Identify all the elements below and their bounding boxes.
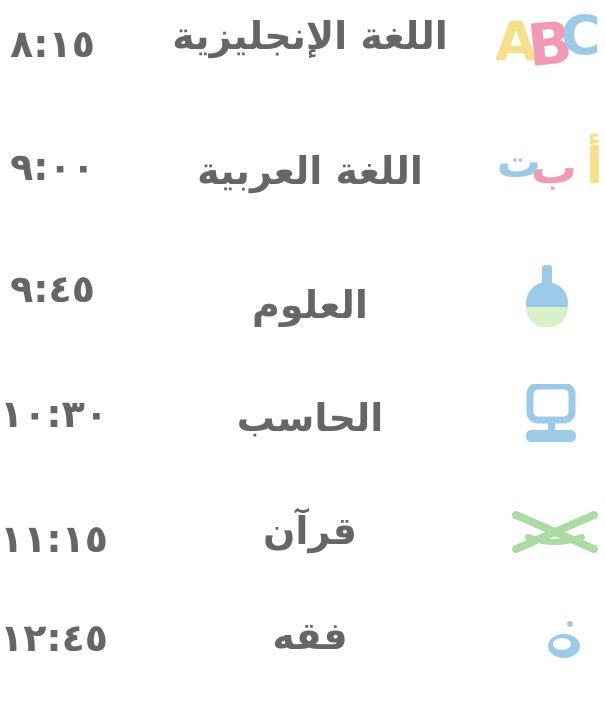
subject-label: العلوم bbox=[252, 283, 368, 327]
schedule-row-english: ٨:١٥ اللغة الإنجليزية A B C bbox=[0, 0, 605, 110]
svg-text:ت: ت bbox=[497, 137, 541, 188]
subject-label: فقه bbox=[272, 614, 348, 658]
subject-label: الحاسب bbox=[236, 396, 384, 440]
computer-icon bbox=[526, 384, 576, 442]
time-label: ٩:٠٠ bbox=[10, 145, 95, 189]
flask-icon bbox=[526, 265, 568, 327]
time-label: ٨:١٥ bbox=[10, 22, 95, 66]
time-label: ٩:٤٥ bbox=[10, 267, 95, 311]
svg-text:أ: أ bbox=[586, 133, 603, 195]
time-label: ١٢:٤٥ bbox=[0, 616, 108, 660]
schedule-row-science: ٩:٤٥ العلوم bbox=[0, 255, 605, 365]
abc-letters-icon: A B C bbox=[495, 4, 601, 68]
crescent-moon-icon bbox=[537, 608, 588, 665]
schedule-row-arabic: ٩:٠٠ اللغة العربية أ ب ت bbox=[0, 125, 605, 235]
subject-label: اللغة العربية bbox=[197, 149, 423, 193]
arabic-letters-icon: أ ب ت bbox=[497, 133, 603, 195]
schedule-row-quran: ١١:١٥ قرآن bbox=[0, 495, 605, 605]
svg-text:C: C bbox=[561, 4, 601, 67]
schedule-row-computer: ١٠:٣٠ الحاسب bbox=[0, 380, 605, 490]
time-label: ١١:١٥ bbox=[0, 517, 108, 561]
subject-label: قرآن bbox=[263, 509, 357, 553]
subject-label: اللغة الإنجليزية bbox=[172, 14, 448, 58]
time-label: ١٠:٣٠ bbox=[0, 392, 108, 436]
schedule-row-fiqh: ١٢:٤٥ فقه bbox=[0, 598, 605, 708]
open-book-icon bbox=[512, 511, 598, 553]
